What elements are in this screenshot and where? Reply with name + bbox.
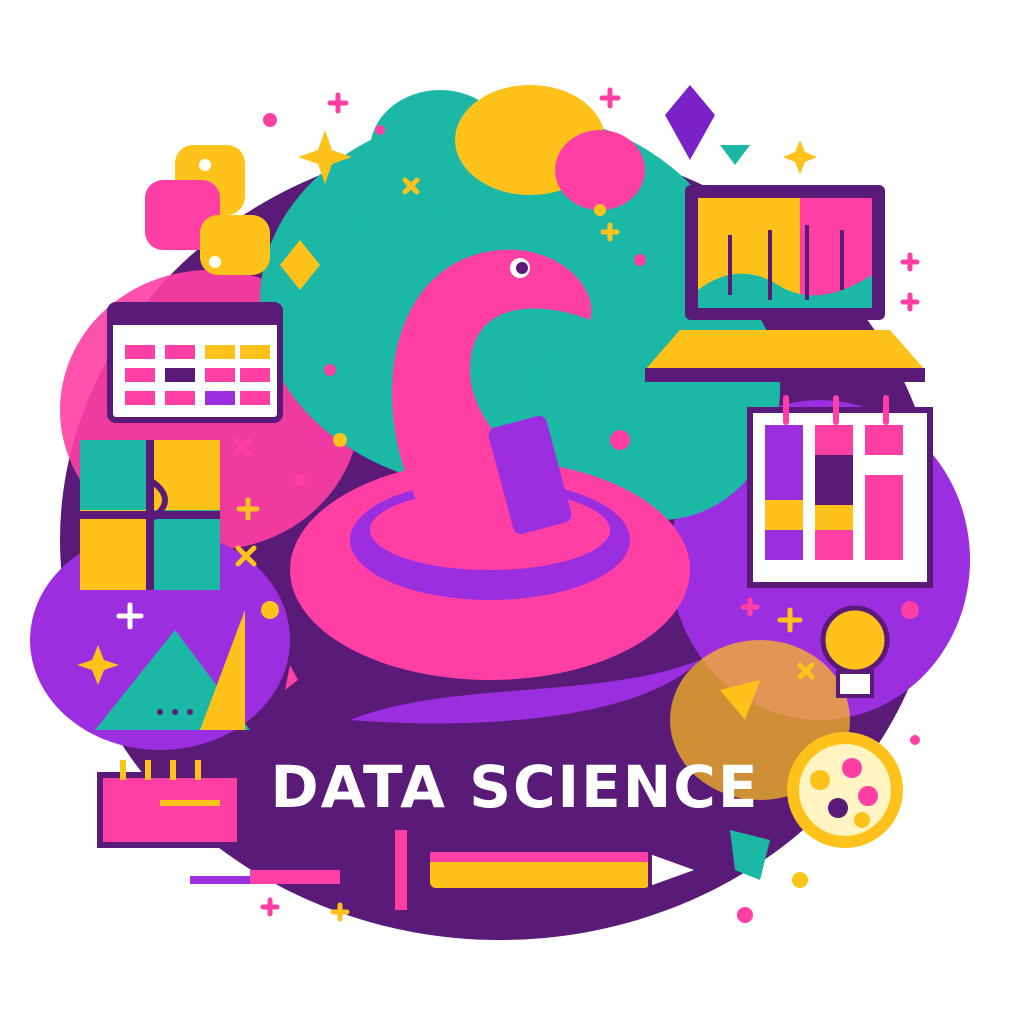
data-science-illustration bbox=[30, 85, 970, 940]
calendar-table-icon bbox=[107, 302, 283, 423]
petri-dish-icon bbox=[787, 732, 903, 848]
page-title: DATA SCIENCE bbox=[270, 753, 760, 821]
python-logo-icon bbox=[145, 145, 270, 275]
notebook-icon bbox=[97, 760, 243, 848]
puzzle-tile-icon bbox=[80, 440, 220, 590]
bar-chart-board-icon bbox=[747, 395, 933, 588]
pencil-icon bbox=[190, 870, 340, 884]
laptop-chart-icon bbox=[645, 185, 925, 382]
